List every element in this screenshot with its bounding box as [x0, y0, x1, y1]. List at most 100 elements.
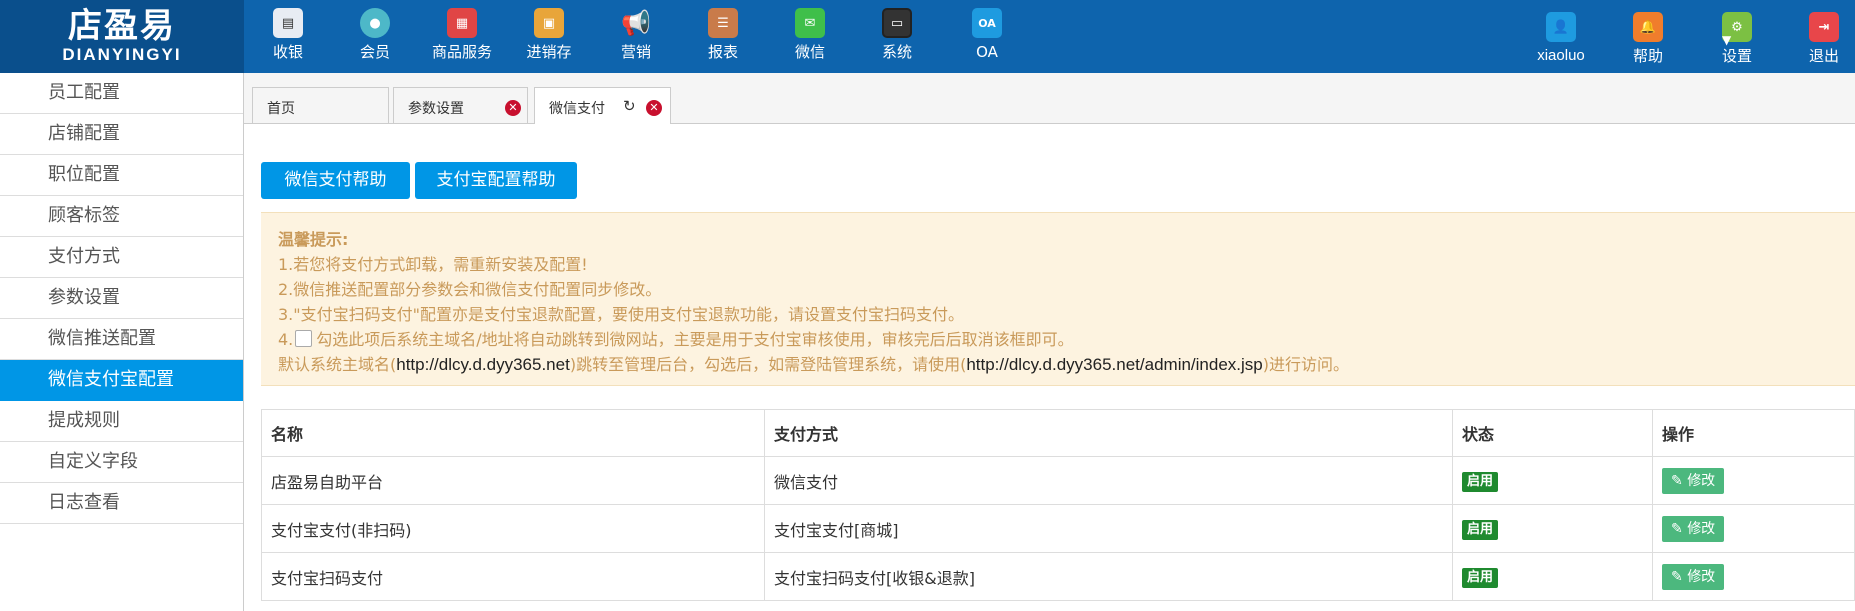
- nav-item-goods[interactable]: ▦ 商品服务: [422, 8, 502, 68]
- sidebar-item-store[interactable]: 店铺配置: [0, 114, 243, 155]
- main-domain-url: http://dlcy.d.dyy365.net: [396, 355, 570, 374]
- nav-item-member[interactable]: ● 会员: [335, 8, 415, 68]
- sidebar-item-commission[interactable]: 提成规则: [0, 401, 243, 442]
- row-status-cell: 启用: [1452, 456, 1653, 505]
- notice-line-1: 1.若您将支付方式卸载，需重新安装及配置!: [278, 255, 588, 274]
- status-badge: 启用: [1462, 519, 1499, 540]
- table-row: 店盈易自助平台 微信支付 启用 ✎ 修改: [261, 456, 1855, 505]
- row-action-cell: ✎ 修改: [1652, 504, 1855, 553]
- nav-logout[interactable]: ⇥ 退出: [1784, 12, 1855, 72]
- bell-icon: 🔔: [1633, 12, 1663, 42]
- nav-label: 系统: [881, 43, 912, 61]
- sidebar-item-wechat-push[interactable]: 微信推送配置: [0, 319, 243, 360]
- sidebar-item-staff[interactable]: 员工配置: [0, 73, 243, 114]
- nav-help[interactable]: 🔔 帮助: [1608, 12, 1688, 72]
- nav-item-wechat[interactable]: ✉ 微信: [770, 8, 850, 68]
- edit-button[interactable]: ✎ 修改: [1662, 467, 1725, 494]
- row-action-cell: ✎ 修改: [1652, 552, 1855, 601]
- tab-parameters[interactable]: 参数设置 ✕: [393, 87, 528, 123]
- pencil-icon: ✎: [1671, 568, 1688, 585]
- row-status-cell: 启用: [1452, 552, 1653, 601]
- tab-label: 参数设置: [408, 101, 464, 117]
- nav-item-cashier[interactable]: ▤ 收银: [248, 8, 328, 68]
- megaphone-icon: 📢: [621, 9, 651, 37]
- nav-label: 营销: [620, 43, 651, 61]
- nav-settings[interactable]: ⚙ 设置: [1697, 12, 1777, 72]
- notice-line-5-a: 默认系统主域名(: [278, 355, 397, 374]
- nav-user[interactable]: 👤 xiaoluo: [1521, 12, 1601, 72]
- sidebar-item-customer-tags[interactable]: 顾客标签: [0, 196, 243, 237]
- column-header-method: 支付方式: [764, 409, 1453, 457]
- sidebar-item-parameters[interactable]: 参数设置: [0, 278, 243, 319]
- refresh-icon[interactable]: ↻: [623, 97, 636, 115]
- notice-line-2: 2.微信推送配置部分参数会和微信支付配置同步修改。: [278, 280, 662, 299]
- nav-label: 报表: [707, 43, 738, 61]
- nav-item-report[interactable]: ☰ 报表: [683, 8, 763, 68]
- nav-item-system[interactable]: ▭ 系统: [857, 8, 937, 68]
- admin-url: http://dlcy.d.dyy365.net/admin/index.jsp: [966, 355, 1263, 374]
- row-name: 店盈易自助平台: [261, 456, 765, 505]
- pencil-icon: ✎: [1671, 520, 1688, 537]
- redirect-checkbox[interactable]: [295, 330, 313, 347]
- edit-button[interactable]: ✎ 修改: [1662, 515, 1725, 542]
- row-name: 支付宝支付(非扫码): [261, 504, 765, 553]
- sidebar-item-logs[interactable]: 日志查看: [0, 483, 243, 524]
- column-header-action: 操作: [1652, 409, 1855, 457]
- sidebar: 员工配置 店铺配置 职位配置 顾客标签 支付方式 参数设置 微信推送配置 微信支…: [0, 73, 244, 611]
- status-badge: 启用: [1462, 471, 1499, 492]
- notice-box: 温馨提示: 1.若您将支付方式卸载，需重新安装及配置! 2.微信推送配置部分参数…: [261, 212, 1855, 386]
- nav-item-marketing[interactable]: 📢 营销: [596, 8, 676, 68]
- top-navbar: 店盈易 DIANYINGYI ▤ 收银 ● 会员 ▦ 商品服务 ▣ 进销存 📢 …: [0, 0, 1855, 73]
- edit-label: 修改: [1687, 472, 1716, 489]
- edit-label: 修改: [1687, 520, 1716, 537]
- nav-item-oa[interactable]: OA OA: [947, 8, 1027, 68]
- notice-line-4-prefix: 4.: [278, 330, 294, 349]
- alipay-config-help-button[interactable]: 支付宝配置帮助: [415, 162, 577, 199]
- edit-label: 修改: [1687, 568, 1716, 585]
- notice-line-5-c: )进行访问。: [1262, 355, 1349, 374]
- column-header-name: 名称: [261, 409, 765, 457]
- logo-text-cn: 店盈易: [68, 6, 176, 46]
- notice-line-4: 4. 勾选此项后系统主域名/地址将自动跳转到微网站，主要是用于支付宝审核使用，审核…: [278, 326, 1074, 350]
- table-row: 支付宝扫码支付 支付宝扫码支付[收银&退款] 启用 ✎ 修改: [261, 552, 1855, 601]
- inventory-icon: ▣: [534, 8, 564, 38]
- monitor-icon: ▭: [882, 8, 912, 38]
- sidebar-item-payment-methods[interactable]: 支付方式: [0, 237, 243, 278]
- sidebar-item-custom-fields[interactable]: 自定义字段: [0, 442, 243, 483]
- sidebar-item-wechat-alipay[interactable]: 微信支付宝配置: [0, 360, 243, 401]
- notice-line-5: 默认系统主域名(http://dlcy.d.dyy365.net)跳转至管理后台…: [278, 351, 1349, 375]
- username-label: xiaoluo: [1537, 47, 1585, 64]
- nav-label: 帮助: [1632, 47, 1663, 65]
- notice-line-4-text: 勾选此项后系统主域名/地址将自动跳转到微网站，主要是用于支付宝审核使用，审核完后…: [316, 330, 1074, 349]
- logout-icon: ⇥: [1809, 12, 1839, 42]
- nav-label: 进销存: [526, 43, 572, 61]
- tab-wechat-pay[interactable]: 微信支付 ↻ ✕: [534, 87, 671, 124]
- nav-label: 微信: [794, 43, 825, 61]
- row-status-cell: 启用: [1452, 504, 1653, 553]
- wechat-pay-help-button[interactable]: 微信支付帮助: [261, 162, 410, 199]
- column-header-status: 状态: [1452, 409, 1653, 457]
- goods-icon: ▦: [447, 8, 477, 38]
- tab-label: 微信支付: [549, 101, 605, 117]
- nav-label: 商品服务: [431, 43, 492, 61]
- tab-home[interactable]: 首页: [252, 87, 389, 123]
- brand-logo[interactable]: 店盈易 DIANYINGYI: [0, 0, 244, 73]
- pencil-icon: ✎: [1671, 472, 1688, 489]
- close-icon[interactable]: ✕: [505, 100, 521, 116]
- oa-icon: OA: [972, 8, 1002, 38]
- row-name: 支付宝扫码支付: [261, 552, 765, 601]
- tab-bar: 首页 参数设置 ✕ 微信支付 ↻ ✕: [244, 73, 1855, 124]
- nav-item-inventory[interactable]: ▣ 进销存: [509, 8, 589, 68]
- row-method: 微信支付: [764, 456, 1453, 505]
- caret-down-icon[interactable]: ▼: [1722, 33, 1731, 47]
- nav-label: 会员: [359, 43, 390, 61]
- table-header-row: 名称 支付方式 状态 操作: [261, 409, 1855, 457]
- row-action-cell: ✎ 修改: [1652, 456, 1855, 505]
- edit-button[interactable]: ✎ 修改: [1662, 563, 1725, 590]
- close-icon[interactable]: ✕: [646, 100, 662, 116]
- nav-label: 设置: [1721, 47, 1752, 65]
- tab-label: 首页: [267, 101, 295, 117]
- nav-label: 收银: [272, 43, 303, 61]
- logo-text-en: DIANYINGYI: [62, 45, 182, 64]
- sidebar-item-position[interactable]: 职位配置: [0, 155, 243, 196]
